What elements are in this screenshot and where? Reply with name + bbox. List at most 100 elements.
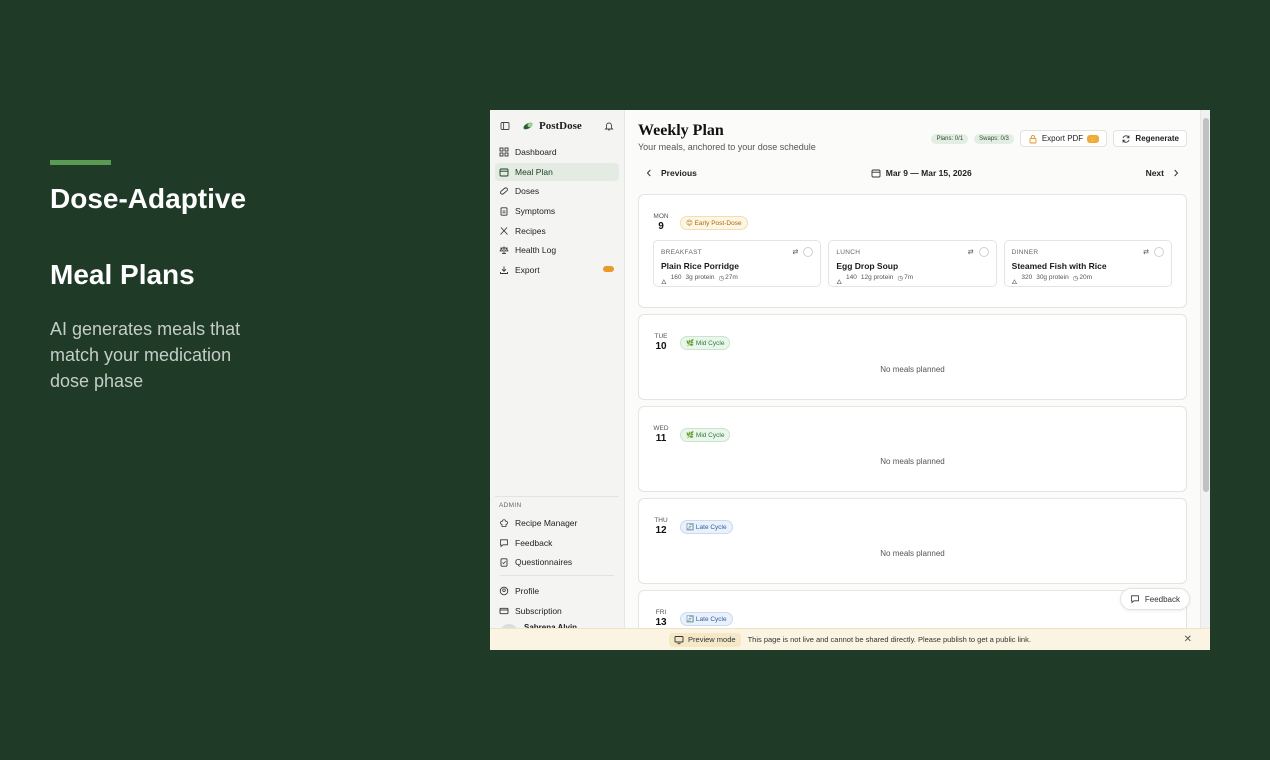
sidebar-item-dashboard[interactable]: Dashboard <box>495 143 619 161</box>
page-subtitle: Your meals, anchored to your dose schedu… <box>638 142 816 152</box>
plans-usage-pill: Plans: 0/1 <box>931 133 969 144</box>
day-card-tue: TUE 10 🌿 Mid Cycle No meals planned <box>638 314 1187 400</box>
sidebar-item-recipes[interactable]: Recipes <box>495 222 619 240</box>
app-window: PostDose Dashboard Meal Plan Doses Sympt… <box>490 110 1210 650</box>
page-title: Weekly Plan <box>638 122 724 139</box>
meal-meta: 🜂 160 3g protein ◷ 27m <box>661 274 738 286</box>
preview-message: This page is not live and cannot be shar… <box>747 635 1031 644</box>
phase-badge: 🌿 Mid Cycle <box>680 335 731 350</box>
sidebar-item-label: Feedback <box>515 537 553 548</box>
sidebar-item-label: Recipes <box>515 225 546 236</box>
meal-type: DINNER <box>1011 248 1039 256</box>
brand-name: PostDose <box>539 120 582 132</box>
promo-subtitle: Meal Plans <box>50 259 195 290</box>
main-content: Weekly Plan Your meals, anchored to your… <box>625 110 1200 650</box>
sidebar-item-health-log[interactable]: Health Log <box>495 241 619 259</box>
export-pdf-button[interactable]: Export PDF 👑 <box>1019 130 1108 147</box>
export-pdf-label: Export PDF <box>1041 134 1084 143</box>
previous-label: Previous <box>661 168 697 178</box>
pill-icon <box>499 186 509 196</box>
crown-badge-icon <box>603 266 614 273</box>
meal-meta: 🜂 320 30g protein ◷ 20m <box>1011 274 1093 286</box>
day-label: WED 11 <box>653 425 669 444</box>
brand[interactable]: PostDose <box>522 120 596 132</box>
week-range[interactable]: Mar 9 — Mar 15, 2026 <box>871 168 972 178</box>
sidebar-item-feedback[interactable]: Feedback <box>495 534 619 552</box>
sidebar-item-subscription[interactable]: Subscription <box>495 602 619 620</box>
sidebar-item-label: Dashboard <box>515 147 557 157</box>
sidebar-item-doses[interactable]: Doses <box>495 182 619 200</box>
regenerate-button[interactable]: Regenerate <box>1113 130 1187 147</box>
sidebar-item-profile[interactable]: Profile <box>495 582 619 600</box>
main-nav: Dashboard Meal Plan Doses Symptoms Recip… <box>490 143 624 279</box>
promo-title: Dose-Adaptive <box>50 183 247 214</box>
swap-icon[interactable]: ⇄ <box>968 248 974 256</box>
lock-icon <box>1028 134 1038 144</box>
meal-meta: 🜂 140 12g protein ◷ 7m <box>836 274 914 286</box>
previous-week-button[interactable]: Previous <box>644 168 697 178</box>
sidebar-item-label: Symptoms <box>515 206 556 217</box>
sidebar-item-symptoms[interactable]: Symptoms <box>495 202 619 220</box>
meal-card-dinner[interactable]: DINNER ⇄ Steamed Fish with Rice 🜂 320 30g… <box>1003 240 1172 287</box>
phase-badge: 🌿 Mid Cycle <box>680 427 731 442</box>
clipboard-check-icon <box>499 557 509 568</box>
meal-done-checkbox[interactable] <box>1153 247 1164 257</box>
scrollbar[interactable] <box>1200 110 1210 650</box>
sidebar-item-recipe-manager[interactable]: Recipe Manager <box>495 514 619 532</box>
clock-icon: ◷ <box>718 275 725 282</box>
user-circle-icon <box>499 586 509 596</box>
premium-badge-icon: 👑 <box>1087 134 1100 143</box>
scale-icon <box>499 245 509 255</box>
day-label: MON 9 <box>653 213 669 232</box>
chef-hat-icon <box>499 518 509 528</box>
pill-logo-icon <box>522 121 534 131</box>
feedback-button[interactable]: Feedback <box>1119 588 1190 610</box>
day-label: TUE 10 <box>654 333 668 352</box>
close-icon[interactable]: ✕ <box>1184 634 1192 645</box>
message-icon <box>499 538 509 548</box>
swap-icon[interactable]: ⇄ <box>1143 248 1149 256</box>
utensils-icon <box>499 226 509 236</box>
sidebar-item-label: Doses <box>515 186 540 197</box>
sidebar: PostDose Dashboard Meal Plan Doses Sympt… <box>490 110 625 650</box>
sidebar-header: PostDose <box>490 110 624 142</box>
admin-label: ADMIN <box>495 496 619 509</box>
next-label: Next <box>1145 168 1164 178</box>
meal-card-lunch[interactable]: LUNCH ⇄ Egg Drop Soup 🜂 140 12g protein ◷… <box>828 240 997 287</box>
swap-icon[interactable]: ⇄ <box>792 248 798 256</box>
message-icon <box>1130 594 1140 604</box>
sidebar-toggle-icon[interactable] <box>500 121 510 131</box>
preview-mode-tag: Preview mode <box>669 632 741 647</box>
meal-done-checkbox[interactable] <box>978 247 989 257</box>
sidebar-item-label: Meal Plan <box>515 166 553 177</box>
meal-name: Plain Rice Porridge <box>661 261 739 271</box>
calendar-icon <box>871 168 881 178</box>
meal-card-breakfast[interactable]: BREAKFAST ⇄ Plain Rice Porridge 🜂 160 3g … <box>653 240 822 287</box>
empty-state: No meals planned <box>880 457 945 466</box>
day-list: MON 9 😊 Early Post-Dose BREAKFAST ⇄ Plai… <box>638 194 1187 650</box>
flame-icon: 🜂 <box>836 279 843 286</box>
download-icon <box>499 265 509 275</box>
phase-badge: 🔄 Late Cycle <box>680 519 733 534</box>
next-week-button[interactable]: Next <box>1146 168 1181 178</box>
meal-done-checkbox[interactable] <box>803 247 814 257</box>
bell-icon[interactable] <box>604 121 614 131</box>
sidebar-item-label: Questionnaires <box>515 557 573 568</box>
sidebar-admin-section: ADMIN Recipe Manager Feedback Questionna… <box>490 496 624 643</box>
clock-icon: ◷ <box>1072 275 1079 282</box>
sidebar-item-label: Health Log <box>515 245 557 256</box>
chevron-left-icon <box>644 168 654 178</box>
day-label: FRI 13 <box>655 609 667 628</box>
sidebar-divider <box>500 575 614 577</box>
chevron-right-icon <box>1171 168 1181 178</box>
sidebar-item-meal-plan[interactable]: Meal Plan <box>495 162 619 181</box>
week-navigator: Previous Mar 9 — Mar 15, 2026 Next <box>638 166 1187 180</box>
flame-icon: 🜂 <box>661 279 667 286</box>
accent-bar <box>50 160 111 165</box>
day-card-wed: WED 11 🌿 Mid Cycle No meals planned <box>638 406 1187 492</box>
scrollbar-thumb[interactable] <box>1203 118 1209 492</box>
feedback-label: Feedback <box>1144 594 1180 604</box>
meal-name: Steamed Fish with Rice <box>1011 261 1107 271</box>
sidebar-item-export[interactable]: Export <box>495 261 619 279</box>
sidebar-item-questionnaires[interactable]: Questionnaires <box>495 553 619 571</box>
